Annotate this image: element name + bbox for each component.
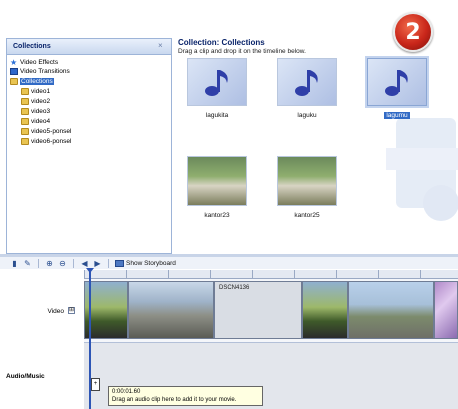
step-badge: 2 [393,12,433,52]
clip-label: lagukita [205,112,229,119]
zoom-out-icon[interactable]: ⊖ [58,259,67,268]
clip-kantor25[interactable]: kantor25 [274,156,340,219]
toolbar-separator [108,258,109,268]
timeline-toolbar: ▮ ✎ ⊕ ⊖ ◀ ▶ Show Storyboard [0,257,458,269]
set-audio-levels-icon[interactable]: ▮ [10,259,19,268]
tree-item-collections[interactable]: Collections [10,77,54,86]
zoom-in-icon[interactable]: ⊕ [45,259,54,268]
ruler-tick [252,270,253,278]
video-clip-label: DSCN4136 [219,285,250,291]
tree-item-video3[interactable]: video3 [21,107,50,116]
ruler-tick [84,270,85,278]
tree-item-video5-ponsel[interactable]: video5-ponsel [21,127,71,136]
video-track[interactable]: DSCN4136 [84,279,458,343]
storyboard-icon [115,259,124,267]
collection-content-pane: Collection: Collections Drag a clip and … [176,38,458,254]
tree-item-label: video6-ponsel [31,138,72,145]
ruler-tick [168,270,169,278]
tooltip-time: 0:00:01.60 [112,389,141,395]
clip-laguku[interactable]: laguku [274,58,340,119]
clip-label: kantor23 [204,212,230,219]
toolbar-separator [73,258,74,268]
tree-item-label: Video Effects [20,59,59,66]
rewind-icon[interactable]: ◀ [80,259,89,268]
tree-item-label: video4 [31,118,51,125]
clip-label: lagumu [384,112,410,119]
video-clip-dscn4136[interactable]: DSCN4136 [214,281,302,339]
tree-item-label: video5-ponsel [31,128,72,135]
tree-title: Collections [13,43,51,50]
clip-label: laguku [297,112,317,119]
tree-item-label: Collections [20,78,54,85]
storyboard-label: Show Storyboard [126,259,176,267]
video-clip[interactable] [302,281,348,339]
narrate-icon[interactable]: ✎ [23,259,32,268]
photo-thumbnail [277,156,337,206]
close-icon[interactable]: × [158,42,166,50]
tree-item-video6-ponsel[interactable]: video6-ponsel [21,137,71,146]
music-note-icon [295,70,318,96]
ruler-tick [210,270,211,278]
toolbar-separator [38,258,39,268]
track-labels: Video ⊞ Audio/Music [0,279,84,409]
clip-lagumu[interactable]: lagumu [364,56,430,119]
music-note-icon [385,70,408,96]
step-number: 2 [405,19,421,45]
clip-lagukita[interactable]: lagukita [184,58,250,119]
play-icon[interactable]: ▶ [93,259,102,268]
content-hint: Drag a clip and drop it on the timeline … [178,48,306,55]
transition-icon [10,68,18,75]
folder-icon [10,78,18,85]
tree-item-label: Video Transitions [20,68,70,75]
tree-header: Collections × [7,39,171,55]
show-storyboard-button[interactable]: Show Storyboard [115,259,176,267]
audio-thumbnail [187,58,247,106]
ruler-tick [294,270,295,278]
drop-tooltip: 0:00:01.60 Drag an audio clip here to ad… [108,386,263,406]
ruler-tick [378,270,379,278]
folder-icon [21,88,29,95]
content-title: Collection: Collections [178,38,265,47]
ruler-tick [420,270,421,278]
tree-item-video-transitions[interactable]: Video Transitions [10,67,70,76]
tree-item-label: video1 [31,88,51,95]
clip-kantor23[interactable]: kantor23 [184,156,250,219]
music-note-icon [205,70,228,96]
folder-icon [21,108,29,115]
tree-item-video4[interactable]: video4 [21,117,50,126]
collections-tree-pane: Collections × ★ Video Effects Video Tran… [6,38,172,254]
tree-item-video-effects[interactable]: ★ Video Effects [10,58,58,67]
photo-thumbnail [187,156,247,206]
ruler-tick [126,270,127,278]
star-icon: ★ [10,58,18,67]
drag-cursor-icon: + [91,378,100,391]
clip-label: kantor25 [294,212,320,219]
audio-music-track-label: Audio/Music [6,373,45,380]
film-watermark-icon [386,118,458,221]
tree-item-label: video3 [31,108,51,115]
audio-thumbnail [365,56,429,108]
folder-icon [21,138,29,145]
tree-item-video2[interactable]: video2 [21,97,50,106]
folder-icon [21,128,29,135]
folder-icon [21,118,29,125]
ruler-tick [336,270,337,278]
folder-icon [21,98,29,105]
tree-item-video1[interactable]: video1 [21,87,50,96]
video-clip[interactable] [348,281,434,339]
audio-thumbnail [277,58,337,106]
tree-item-label: video2 [31,98,51,105]
video-track-label: Video [47,308,64,315]
expand-video-track-button[interactable]: ⊞ [68,307,75,314]
tooltip-message: Drag an audio clip here to add it to you… [112,397,237,403]
timeline-ruler[interactable] [84,270,458,279]
video-clip[interactable] [128,281,214,339]
video-clip[interactable] [434,281,458,339]
